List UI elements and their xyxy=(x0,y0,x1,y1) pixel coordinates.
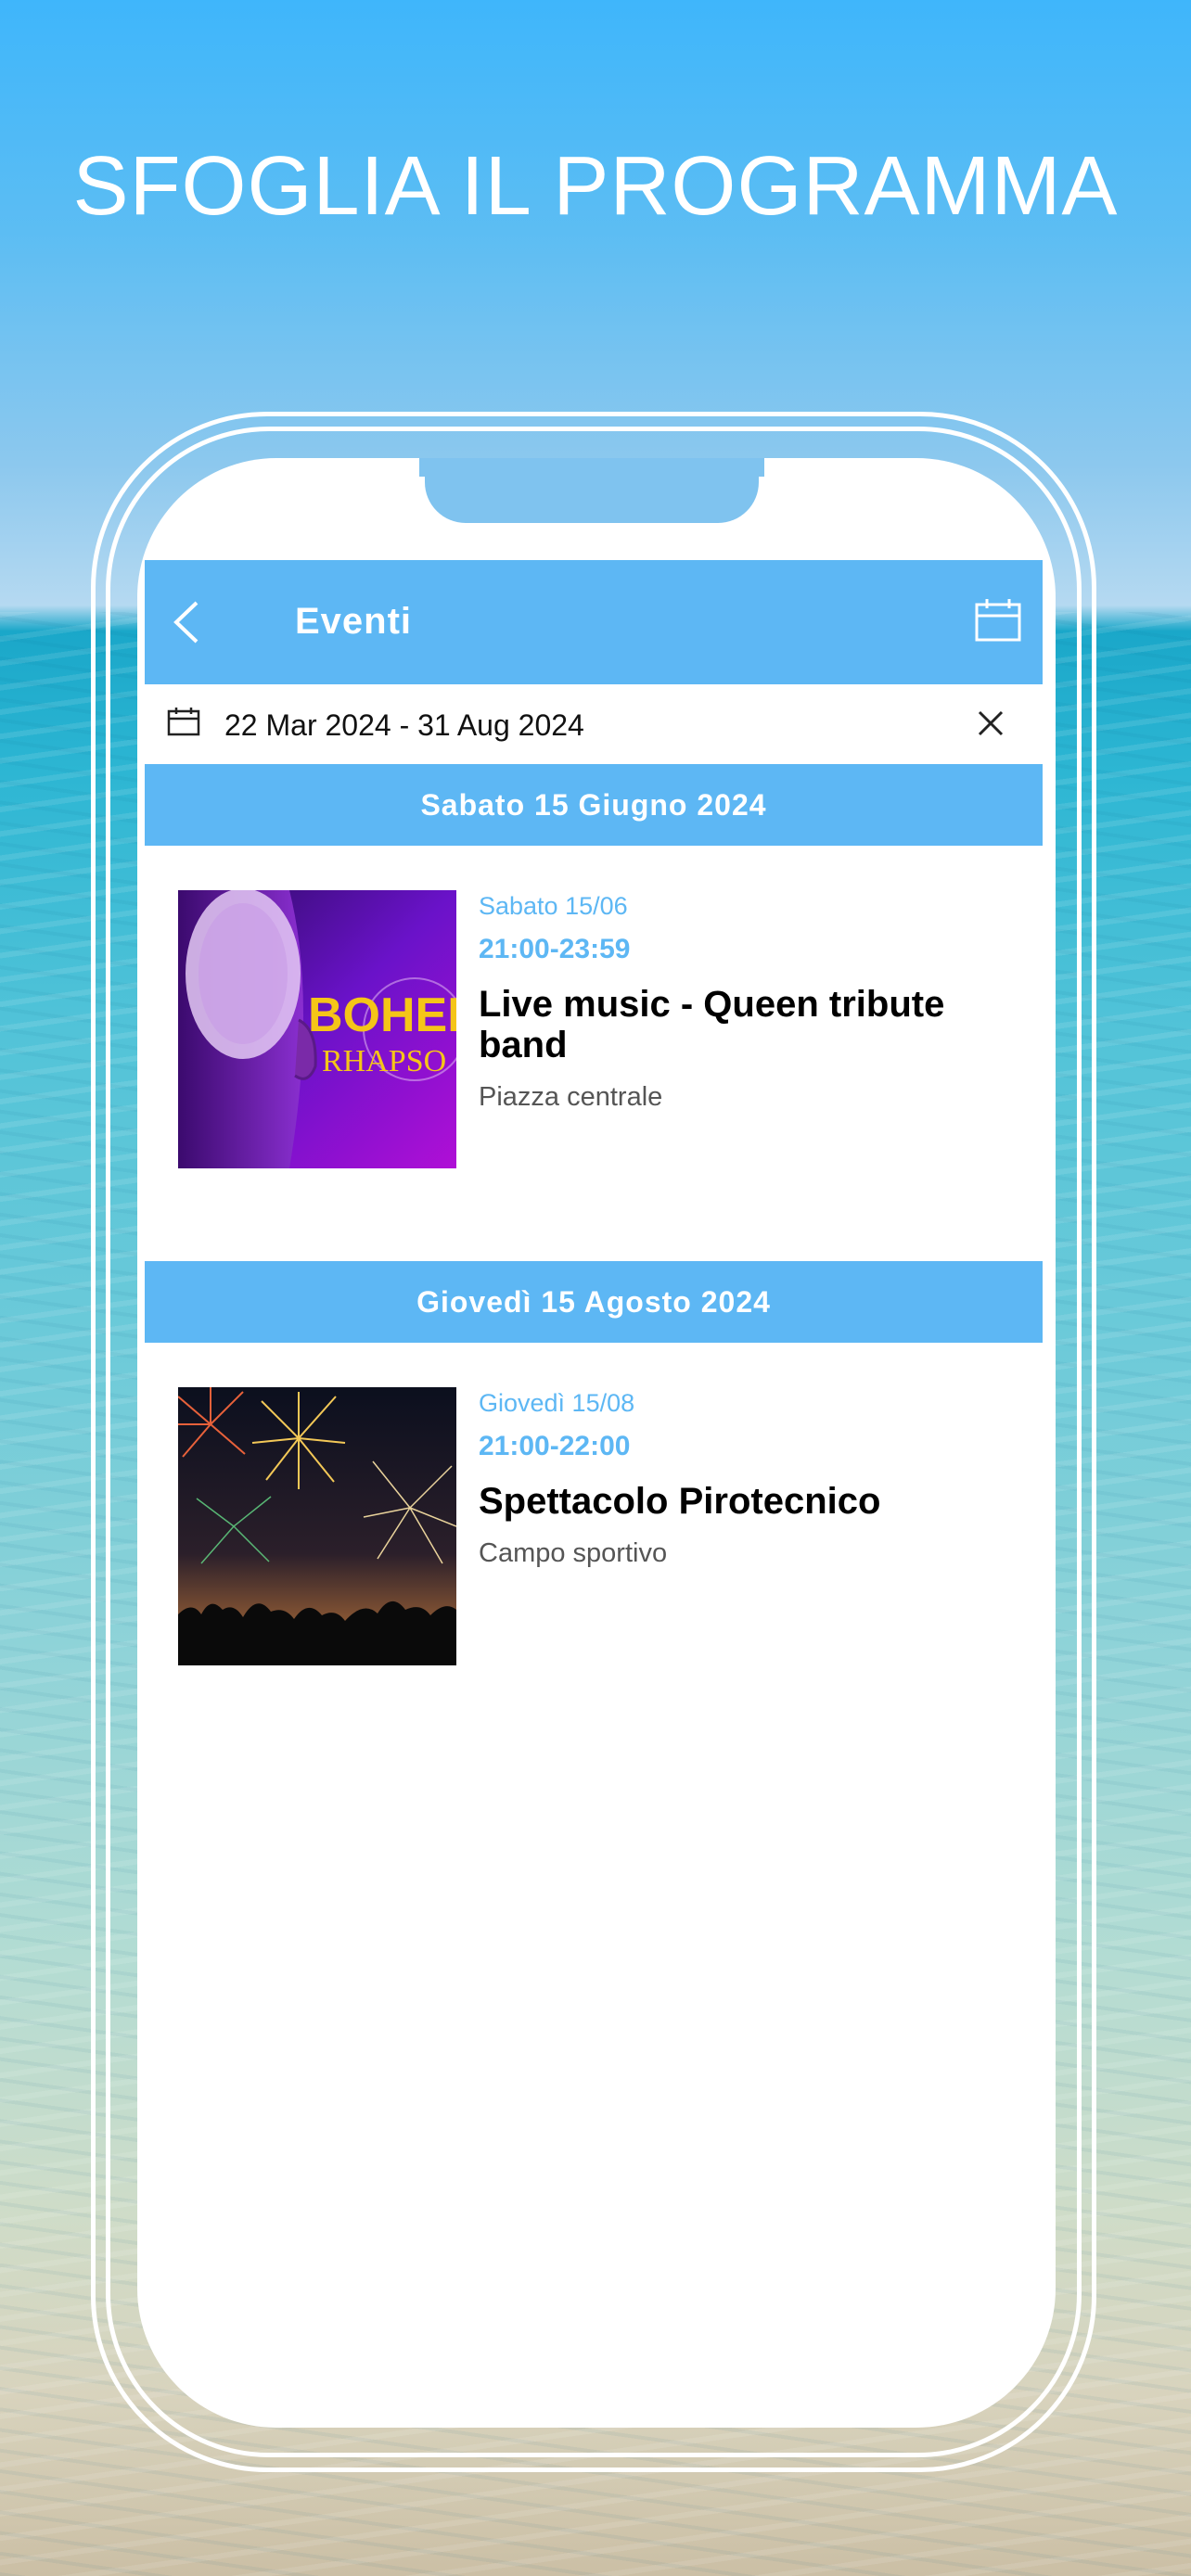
event-time: 21:00-23:59 xyxy=(479,934,631,964)
event-weekday: Giovedì 15/08 xyxy=(479,1389,635,1417)
event-location: Campo sportivo xyxy=(479,1538,668,1568)
close-icon[interactable] xyxy=(976,708,1005,738)
day-header: Sabato 15 Giugno 2024 xyxy=(145,764,1043,846)
page-title: Eventi xyxy=(295,601,413,642)
phone-screen: Eventi 22 Mar 2024 - 31 Aug 2024 Sabato … xyxy=(137,458,1056,2428)
date-range-text: 22 Mar 2024 - 31 Aug 2024 xyxy=(224,708,584,742)
image-text-1: BOHEMI xyxy=(308,988,456,1042)
calendar-small-icon xyxy=(167,708,200,736)
day-header: Giovedì 15 Agosto 2024 xyxy=(145,1261,1043,1343)
event-info: Giovedì 15/08 21:00-22:00 Spettacolo Pir… xyxy=(479,1389,1026,1569)
date-filter[interactable]: 22 Mar 2024 - 31 Aug 2024 xyxy=(145,684,1043,764)
back-arrow-icon[interactable] xyxy=(165,597,211,647)
event-time: 21:00-22:00 xyxy=(479,1431,631,1461)
event-card[interactable]: BOHEMI RHAPSO Sabato 15/06 21:00-23:59 L… xyxy=(145,846,1043,1261)
event-card[interactable]: Giovedì 15/08 21:00-22:00 Spettacolo Pir… xyxy=(145,1343,1043,1677)
event-info: Sabato 15/06 21:00-23:59 Live music - Qu… xyxy=(479,892,1026,1113)
event-image-fireworks xyxy=(178,1387,456,1665)
event-title: Live music - Queen tribute band xyxy=(479,984,945,1065)
event-weekday: Sabato 15/06 xyxy=(479,892,628,920)
page-headline: SFOGLIA IL PROGRAMMA xyxy=(72,140,1119,233)
top-bar: Eventi xyxy=(145,560,1043,684)
image-text-2: RHAPSO xyxy=(322,1044,446,1078)
event-location: Piazza centrale xyxy=(479,1082,663,1112)
calendar-icon[interactable] xyxy=(974,597,1022,644)
app-view: Eventi 22 Mar 2024 - 31 Aug 2024 Sabato … xyxy=(145,560,1043,1677)
event-title: Spettacolo Pirotecnico xyxy=(479,1481,881,1522)
event-image-queen: BOHEMI RHAPSO xyxy=(178,890,456,1168)
phone-notch xyxy=(425,458,759,523)
